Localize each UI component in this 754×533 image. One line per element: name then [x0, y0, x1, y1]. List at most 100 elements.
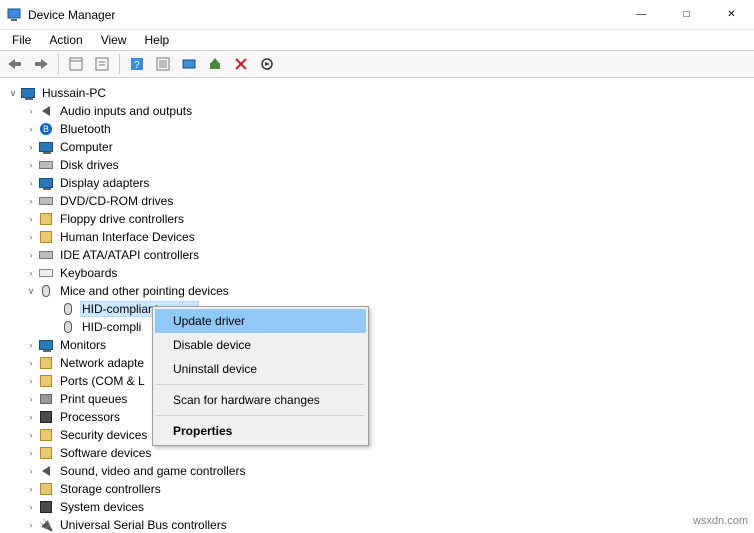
expander-icon[interactable]: › — [24, 482, 38, 496]
category-label: Processors — [58, 410, 122, 424]
category-label: Storage controllers — [58, 482, 163, 496]
tree-category[interactable]: › Disk drives — [2, 156, 752, 174]
disk-icon — [38, 157, 54, 173]
tree-device[interactable]: HID-compli — [2, 318, 752, 336]
mouse-icon — [60, 319, 76, 335]
expander-icon[interactable]: › — [24, 266, 38, 280]
tree-category[interactable]: ›Ports (COM & L — [2, 372, 752, 390]
sound-icon — [38, 463, 54, 479]
expander-icon[interactable]: › — [24, 140, 38, 154]
expander-icon[interactable]: ∨ — [6, 86, 20, 100]
tree-category[interactable]: ›🔌Universal Serial Bus controllers — [2, 516, 752, 533]
expander-icon[interactable]: › — [24, 392, 38, 406]
tree-category-mice[interactable]: ∨ Mice and other pointing devices — [2, 282, 752, 300]
context-menu: Update driver Disable device Uninstall d… — [152, 306, 369, 446]
expander-icon[interactable]: › — [24, 500, 38, 514]
expander-icon[interactable]: › — [24, 248, 38, 262]
back-button[interactable] — [4, 53, 26, 75]
system-icon — [38, 499, 54, 515]
tree-root[interactable]: ∨ Hussain-PC — [2, 84, 752, 102]
expander-icon[interactable]: › — [24, 338, 38, 352]
tree-category[interactable]: ›Print queues — [2, 390, 752, 408]
tree-category[interactable]: ›Display adapters — [2, 174, 752, 192]
menu-file[interactable]: File — [4, 31, 39, 49]
tree-category[interactable]: ›Sound, video and game controllers — [2, 462, 752, 480]
properties-toolbar-button[interactable] — [91, 53, 113, 75]
expander-icon[interactable]: › — [24, 194, 38, 208]
category-label: Keyboards — [58, 266, 119, 280]
tree-category[interactable]: › Software devices — [2, 444, 752, 462]
category-label: System devices — [58, 500, 146, 514]
tree-category[interactable]: ›Audio inputs and outputs — [2, 102, 752, 120]
category-label: Human Interface Devices — [58, 230, 197, 244]
storage-icon — [38, 481, 54, 497]
category-label: Software devices — [58, 446, 153, 460]
expander-icon[interactable]: › — [24, 122, 38, 136]
scan-hardware-button[interactable] — [178, 53, 200, 75]
category-label: IDE ATA/ATAPI controllers — [58, 248, 201, 262]
root-label: Hussain-PC — [40, 86, 108, 100]
expander-icon[interactable]: › — [24, 356, 38, 370]
monitor-icon — [38, 337, 54, 353]
menu-item-uninstall-device[interactable]: Uninstall device — [155, 357, 366, 381]
show-hidden-button[interactable] — [65, 53, 87, 75]
category-label: Disk drives — [58, 158, 121, 172]
menu-action[interactable]: Action — [41, 31, 90, 49]
mouse-icon — [60, 301, 76, 317]
tree-category[interactable]: › Network adapte — [2, 354, 752, 372]
tree-category[interactable]: ›Floppy drive controllers — [2, 210, 752, 228]
disable-button[interactable] — [256, 53, 278, 75]
expander-icon[interactable]: › — [24, 374, 38, 388]
tree-device-selected[interactable]: HID-compliant mouse — [2, 300, 752, 318]
tree-category[interactable]: ›BBluetooth — [2, 120, 752, 138]
tree-category[interactable]: › Computer — [2, 138, 752, 156]
computer-icon — [20, 85, 36, 101]
menu-item-disable-device[interactable]: Disable device — [155, 333, 366, 357]
menu-separator — [156, 384, 365, 385]
tree-category[interactable]: › Human Interface Devices — [2, 228, 752, 246]
category-label: Mice and other pointing devices — [58, 284, 231, 298]
svg-text:?: ? — [134, 60, 140, 71]
expander-icon[interactable]: › — [24, 176, 38, 190]
tree-category[interactable]: ›Security devices — [2, 426, 752, 444]
keyboard-icon — [38, 265, 54, 281]
menu-help[interactable]: Help — [137, 31, 178, 49]
expander-icon[interactable]: › — [24, 446, 38, 460]
tree-category[interactable]: › Keyboards — [2, 264, 752, 282]
expander-icon[interactable]: › — [24, 212, 38, 226]
category-label: Network adapte — [58, 356, 146, 370]
category-label: Computer — [58, 140, 115, 154]
menu-item-properties[interactable]: Properties — [155, 419, 366, 443]
tree-category[interactable]: › System devices — [2, 498, 752, 516]
menu-item-scan-hardware[interactable]: Scan for hardware changes — [155, 388, 366, 412]
action-button[interactable] — [152, 53, 174, 75]
menu-view[interactable]: View — [93, 31, 135, 49]
network-icon — [38, 355, 54, 371]
security-icon — [38, 427, 54, 443]
software-icon — [38, 445, 54, 461]
expander-icon[interactable]: › — [24, 518, 38, 532]
device-tree[interactable]: ∨ Hussain-PC ›Audio inputs and outputs ›… — [0, 78, 754, 533]
expander-icon[interactable]: › — [24, 410, 38, 424]
expander-icon[interactable]: › — [24, 428, 38, 442]
tree-category[interactable]: › Processors — [2, 408, 752, 426]
help-button[interactable]: ? — [126, 53, 148, 75]
menu-item-update-driver[interactable]: Update driver — [155, 309, 366, 333]
tree-category[interactable]: › Storage controllers — [2, 480, 752, 498]
expander-icon[interactable]: › — [24, 230, 38, 244]
expander-icon[interactable]: › — [24, 158, 38, 172]
ide-icon — [38, 247, 54, 263]
maximize-button[interactable]: □ — [664, 0, 709, 30]
update-driver-button[interactable] — [204, 53, 226, 75]
close-button[interactable]: ✕ — [709, 0, 754, 30]
uninstall-button[interactable] — [230, 53, 252, 75]
minimize-button[interactable]: — — [619, 0, 664, 30]
tree-category[interactable]: ›DVD/CD-ROM drives — [2, 192, 752, 210]
expander-icon[interactable]: › — [24, 104, 38, 118]
forward-button[interactable] — [30, 53, 52, 75]
expander-icon[interactable]: ∨ — [24, 284, 38, 298]
tree-category[interactable]: › IDE ATA/ATAPI controllers — [2, 246, 752, 264]
tree-category[interactable]: ›Monitors — [2, 336, 752, 354]
expander-icon[interactable]: › — [24, 464, 38, 478]
device-label: HID-compli — [80, 320, 143, 334]
